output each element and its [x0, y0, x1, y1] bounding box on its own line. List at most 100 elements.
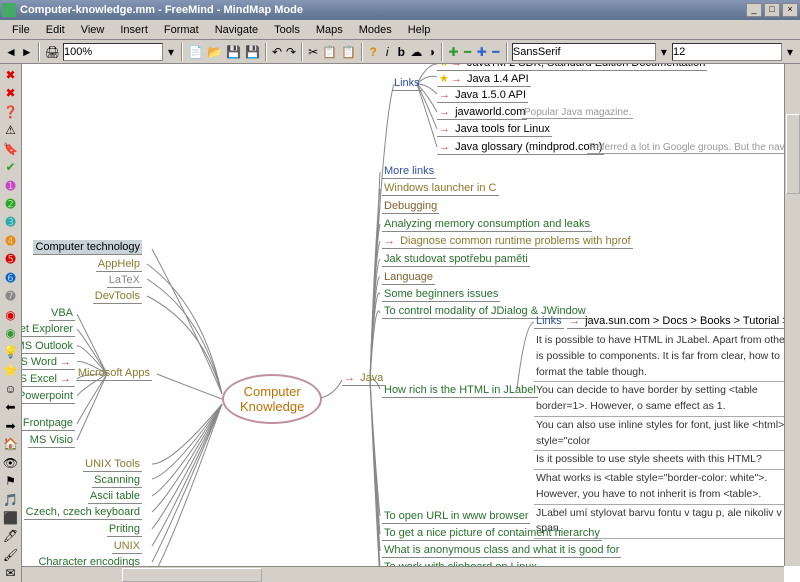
lightbulb-icon[interactable]: 💡: [2, 343, 20, 360]
menu-modes[interactable]: Modes: [351, 22, 400, 38]
node-msvisio[interactable]: MS Visio: [28, 433, 75, 448]
node-devtools[interactable]: DevTools: [93, 289, 142, 304]
stop-icon[interactable]: ◉: [2, 306, 20, 323]
node-winlauncher[interactable]: Windows launcher in C: [382, 181, 499, 196]
priority1-icon[interactable]: ➊: [2, 177, 20, 194]
redo-button[interactable]: ↷: [285, 42, 297, 62]
paste-button[interactable]: 📋: [340, 42, 357, 62]
horizontal-scrollbar[interactable]: [22, 566, 784, 582]
node-java[interactable]: → Java: [342, 371, 385, 386]
node-plus-button[interactable]: ✚: [447, 42, 459, 62]
font-dropdown[interactable]: ▾: [658, 42, 670, 62]
node-msword[interactable]: MS Word →: [22, 355, 75, 370]
node-msie[interactable]: MS Internet Explorer: [22, 322, 75, 337]
node-apphelp[interactable]: AppHelp: [96, 257, 142, 272]
node-scanning[interactable]: Scanning: [92, 473, 142, 488]
menu-maps[interactable]: Maps: [308, 22, 351, 38]
scrollbar-thumb[interactable]: [122, 568, 262, 582]
node-jakstud[interactable]: Jak studovat spotřebu paměti: [382, 252, 530, 267]
menu-navigate[interactable]: Navigate: [207, 22, 266, 38]
korn-icon[interactable]: ⬛: [2, 509, 20, 526]
remove-all-icon[interactable]: ✖: [2, 84, 20, 101]
star-icon[interactable]: ⭐: [2, 362, 20, 379]
pen-icon[interactable]: 🖊: [2, 528, 20, 545]
node-priting[interactable]: Priting: [107, 522, 142, 537]
priority4-icon[interactable]: ➍: [2, 232, 20, 249]
zoom-input[interactable]: [63, 43, 163, 61]
node-language[interactable]: Language: [382, 270, 435, 285]
menu-help[interactable]: Help: [400, 22, 439, 38]
mindmap-canvas[interactable]: Computer Knowledge Computer technology A…: [22, 64, 800, 582]
node-mspowerpoint[interactable]: MS Powerpoint: [22, 389, 75, 404]
node-java-link-5[interactable]: → Java glossary (mindprod.com): [437, 140, 604, 155]
go-icon[interactable]: ◉: [2, 325, 20, 342]
node-computer-technology[interactable]: Computer technology: [33, 240, 142, 255]
node-jlabel-links[interactable]: Links: [534, 314, 564, 329]
node-latex[interactable]: LaTeX: [107, 273, 142, 288]
check-icon[interactable]: ✔: [2, 158, 20, 175]
mail-icon[interactable]: ✉: [2, 565, 20, 582]
new-button[interactable]: 📄: [187, 42, 204, 62]
node-hprof[interactable]: → Diagnose common runtime problems with …: [382, 234, 633, 249]
cloud-button[interactable]: ☁: [409, 42, 423, 62]
minimize-button[interactable]: _: [746, 3, 762, 17]
next-button[interactable]: ►: [20, 42, 34, 62]
prev-button[interactable]: ◄: [4, 42, 18, 62]
back-icon[interactable]: ⬅: [2, 398, 20, 415]
tag-icon[interactable]: 🔖: [2, 140, 20, 157]
node-unixtools[interactable]: UNIX Tools: [83, 457, 142, 472]
italic-button[interactable]: i: [381, 42, 393, 62]
menu-insert[interactable]: Insert: [112, 22, 156, 38]
maximize-button[interactable]: □: [764, 3, 780, 17]
forward-icon[interactable]: ➡: [2, 417, 20, 434]
node-more-links[interactable]: More links: [382, 164, 436, 179]
node-microsoft-apps[interactable]: Microsoft Apps: [76, 366, 152, 381]
vertical-scrollbar[interactable]: [784, 64, 800, 566]
priority5-icon[interactable]: ➎: [2, 251, 20, 268]
smiley-icon[interactable]: ☺: [2, 380, 20, 397]
edge-minus-button[interactable]: ━: [490, 42, 502, 62]
jlabel-textblock[interactable]: It is possible to have HTML in JLabel. A…: [534, 332, 800, 539]
node-jlabel-path[interactable]: → java.sun.com > Docs > Books > Tutorial…: [567, 314, 800, 329]
help-icon[interactable]: ❓: [2, 103, 20, 120]
node-msfrontpage[interactable]: MS Frontpage: [22, 416, 75, 431]
node-java-link-4[interactable]: → Java tools for Linux: [437, 122, 552, 137]
node-anonclass[interactable]: What is anonymous class and what it is g…: [382, 543, 621, 558]
undo-button[interactable]: ↶: [271, 42, 283, 62]
menu-format[interactable]: Format: [156, 22, 207, 38]
saveas-button[interactable]: 💾: [244, 42, 261, 62]
cut-button[interactable]: ✂: [307, 42, 319, 62]
alert-icon[interactable]: ⚠: [2, 121, 20, 138]
open-button[interactable]: 📂: [206, 42, 223, 62]
bold-button[interactable]: b: [395, 42, 407, 62]
node-links[interactable]: Links: [392, 76, 422, 91]
node-vba[interactable]: VBA: [49, 306, 75, 321]
node-java-link-2[interactable]: → Java 1.5.0 API: [437, 88, 528, 103]
node-msexcel[interactable]: MS Excel →: [22, 372, 75, 387]
save-button[interactable]: 💾: [225, 42, 242, 62]
fontsize-input[interactable]: [672, 43, 782, 61]
node-unix[interactable]: UNIX: [112, 539, 142, 554]
node-czech[interactable]: Czech, czech keyboard: [24, 505, 142, 520]
music-icon[interactable]: 🎵: [2, 491, 20, 508]
home-icon[interactable]: 🏠: [2, 435, 20, 452]
priority2-icon[interactable]: ➋: [2, 195, 20, 212]
node-memleaks[interactable]: Analyzing memory consumption and leaks: [382, 217, 592, 232]
menu-view[interactable]: View: [73, 22, 113, 38]
color-button[interactable]: ◑: [425, 42, 437, 62]
fontsize-dropdown[interactable]: ▾: [784, 42, 796, 62]
find-button[interactable]: ?: [367, 42, 379, 62]
look-icon[interactable]: 👁: [2, 454, 20, 471]
node-openurl[interactable]: To open URL in www browser: [382, 509, 530, 524]
remove-icon[interactable]: ✖: [2, 66, 20, 83]
font-input[interactable]: [512, 43, 656, 61]
zoom-dropdown[interactable]: ▾: [165, 42, 177, 62]
node-java-link-1[interactable]: ★→ Java 1.4 API: [437, 72, 531, 87]
edge-plus-button[interactable]: ✚: [476, 42, 488, 62]
node-ascii[interactable]: Ascii table: [88, 489, 142, 504]
node-debugging[interactable]: Debugging: [382, 199, 439, 214]
priority6-icon[interactable]: ➏: [2, 269, 20, 286]
node-msoutlook[interactable]: MS Outlook: [22, 339, 75, 354]
scrollbar-thumb[interactable]: [786, 114, 800, 194]
node-containment[interactable]: To get a nice picture of contaiment hier…: [382, 526, 602, 541]
